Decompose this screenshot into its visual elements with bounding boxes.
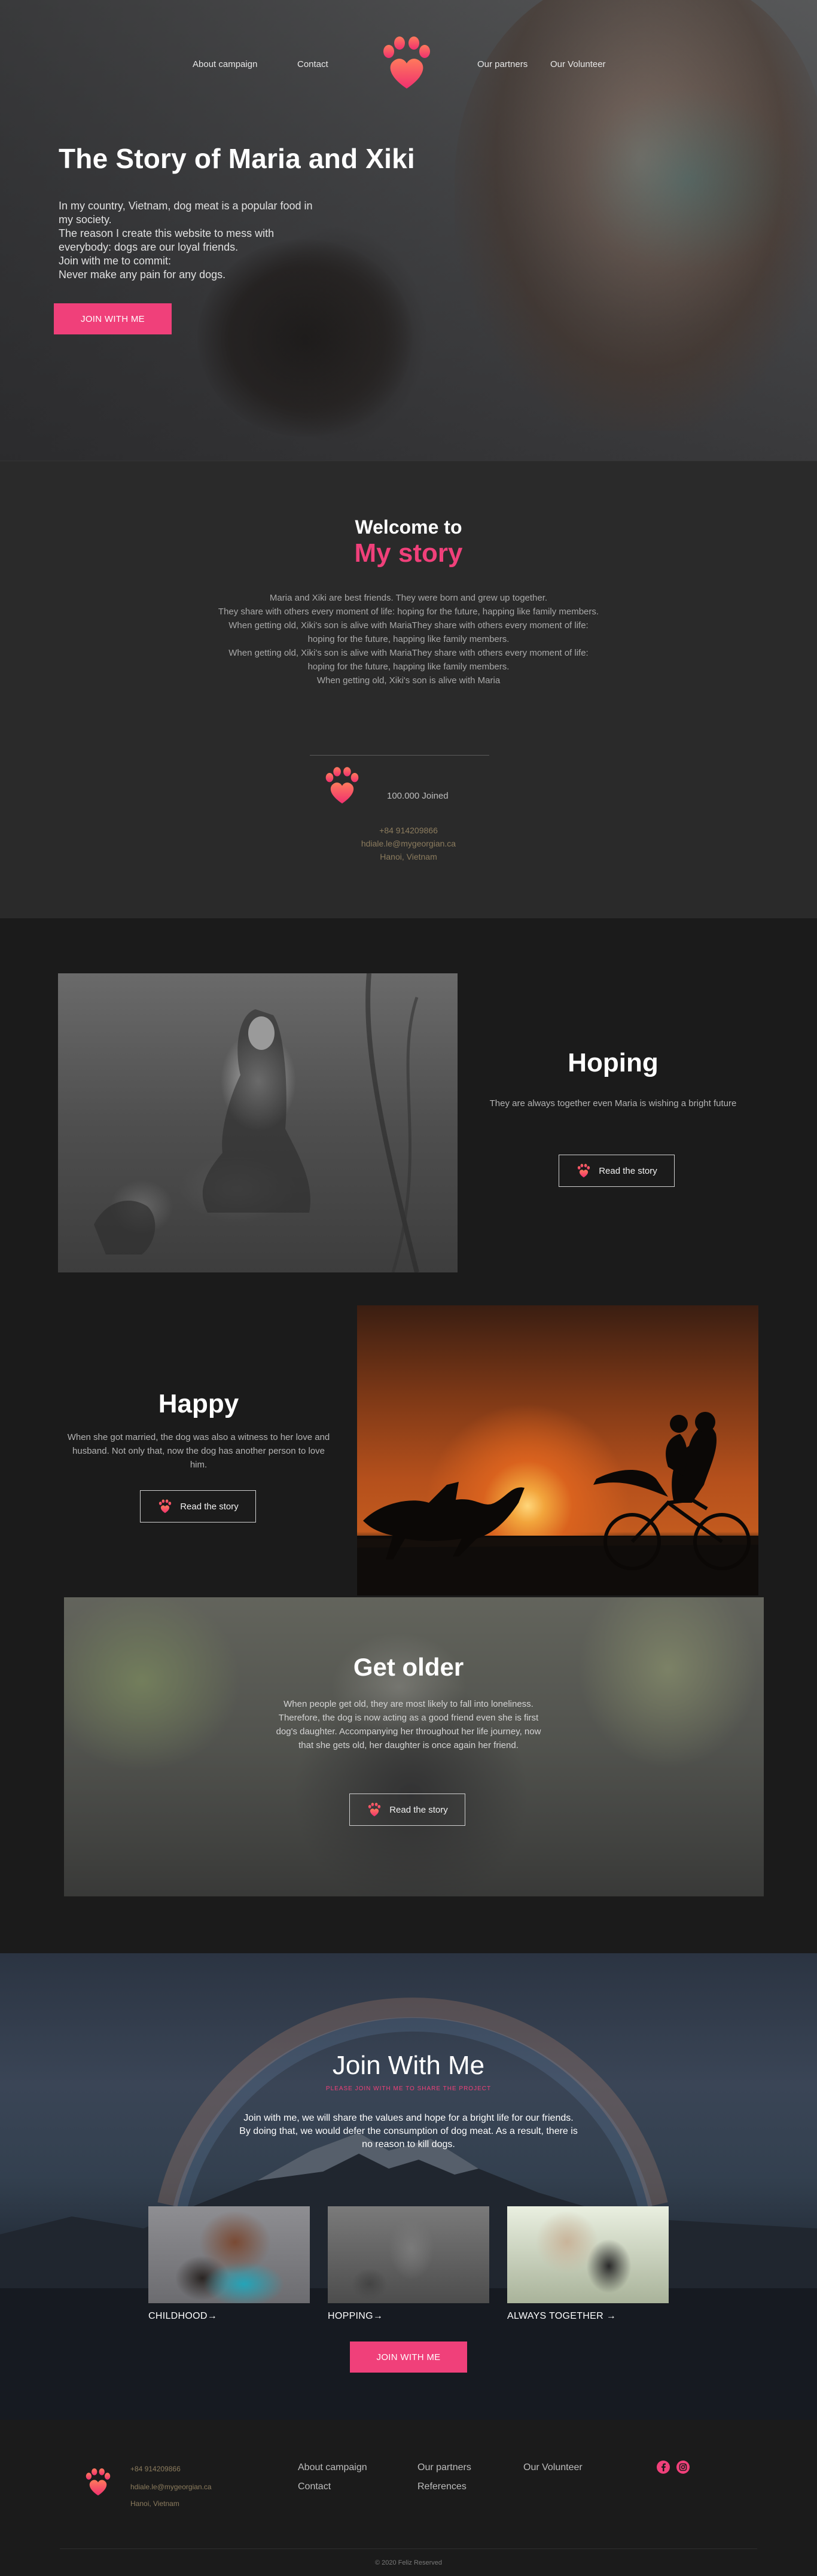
footer-our-partners[interactable]: Our partners (417, 2462, 471, 2473)
older-title: Get older (353, 1653, 464, 1681)
card-hopping-label[interactable]: HOPPING→ (328, 2311, 383, 2322)
footer-our-volunteer[interactable]: Our Volunteer (523, 2462, 583, 2473)
join-description: Join with me, we will share the values a… (0, 2112, 817, 2151)
contact-email[interactable]: hdiale.le@mygeorgian.ca (0, 839, 817, 848)
instagram-icon[interactable] (676, 2461, 690, 2474)
story-line: They share with others every moment of l… (218, 607, 599, 617)
footer-references[interactable]: References (417, 2481, 467, 2492)
text-line: him. (190, 1460, 208, 1470)
hoping-photo (58, 973, 458, 1272)
hero-join-button[interactable]: JOIN WITH ME (54, 303, 172, 334)
text-line: that she gets old, her daughter is once … (298, 1740, 519, 1750)
story-line: When getting old, Xiki's son is alive wi… (316, 675, 501, 686)
paw-heart-icon[interactable] (377, 36, 437, 90)
hero-line: everybody: dogs are our loyal friends. (59, 241, 239, 253)
story-line: hoping for the future, happing like fami… (307, 634, 510, 644)
welcome-heading: Welcome to (355, 516, 462, 538)
paw-heart-icon (576, 1164, 592, 1178)
card-childhood-photo[interactable] (148, 2206, 310, 2303)
contact-phone: +84 914209866 (379, 826, 438, 835)
hero-line: my society. (59, 214, 112, 226)
hoping-title: Hoping (568, 1048, 659, 1077)
hero-title: The Story of Maria and Xiki (59, 143, 415, 174)
arrow-right-icon: → (373, 2311, 383, 2321)
footer-email[interactable]: hdiale.le@mygeorgian.ca (130, 2483, 212, 2491)
text-line: When people get old, they are most likel… (283, 1699, 534, 1709)
card-childhood-label[interactable]: CHILDHOOD→ (148, 2311, 217, 2322)
card-label-text: HOPPING (328, 2311, 373, 2321)
footer-address: Hanoi, Vietnam (130, 2499, 179, 2508)
story-line: Maria and Xiki are best friends. They we… (269, 593, 548, 603)
happy-photo (357, 1305, 758, 1595)
card-hopping-photo[interactable] (328, 2206, 489, 2303)
welcome-story-text: Maria and Xiki are best friends. They we… (169, 591, 648, 687)
hoping-text: They are always together even Maria is w… (489, 1098, 737, 1109)
text-line: Therefore, the dog is now acting as a go… (278, 1713, 539, 1723)
hero-line: The reason I create this website to mess… (59, 227, 275, 239)
card-label-text: CHILDHOOD (148, 2311, 208, 2321)
card-always-together-photo[interactable] (507, 2206, 669, 2303)
join-cta-button[interactable]: JOIN WITH ME (350, 2341, 467, 2373)
text-line: dog's daughter. Accompanying her through… (276, 1727, 541, 1737)
hoping-read-story-button[interactable]: Read the story (559, 1155, 675, 1187)
text-line: no reason to kill dogs. (362, 2139, 455, 2149)
join-title: Join With Me (332, 2051, 485, 2080)
nav-about-campaign[interactable]: About campaign (193, 59, 257, 69)
footer-copyright: © 2020 Feliz Reserved (374, 2559, 443, 2566)
text-line: husband. Not only that, now the dog has … (72, 1446, 325, 1456)
joined-count: 100.000 Joined (387, 791, 449, 801)
happy-text: When she got married, the dog was also a… (58, 1430, 339, 1472)
footer-divider (60, 2548, 757, 2549)
card-label-text: ALWAYS TOGETHER (507, 2311, 603, 2321)
text-line: By doing that, we would defer the consum… (239, 2126, 578, 2136)
older-read-story-button[interactable]: Read the story (349, 1794, 465, 1826)
button-label: Read the story (599, 1165, 657, 1176)
happy-read-story-button[interactable]: Read the story (140, 1490, 256, 1523)
contact-address: Hanoi, Vietnam (380, 852, 437, 861)
join-tagline: PLEASE JOIN WITH ME TO SHARE THE PROJECT (325, 2085, 492, 2092)
welcome-divider (310, 755, 489, 756)
footer-about-campaign[interactable]: About campaign (298, 2462, 367, 2473)
paw-heart-icon (321, 766, 363, 805)
nav-our-volunteer[interactable]: Our Volunteer (550, 59, 606, 69)
nav-contact[interactable]: Contact (297, 59, 328, 69)
arrow-right-icon: → (606, 2311, 617, 2321)
nav-our-partners[interactable]: Our partners (477, 59, 528, 69)
text-line: When she got married, the dog was also a… (67, 1432, 330, 1442)
button-label: Read the story (389, 1804, 448, 1815)
hero-line: Never make any pain for any dogs. (59, 269, 226, 281)
hero-line: Join with me to commit: (59, 255, 172, 267)
story-line: hoping for the future, happing like fami… (307, 662, 510, 672)
story-line: When getting old, Xiki's son is alive wi… (228, 648, 589, 658)
footer (0, 2420, 817, 2576)
older-text: When people get old, they are most likel… (247, 1697, 570, 1752)
card-always-together-label[interactable]: ALWAYS TOGETHER → (507, 2311, 616, 2322)
facebook-icon[interactable] (657, 2461, 670, 2474)
hero-line: In my country, Vietnam, dog meat is a po… (59, 200, 313, 212)
text-line: Join with me, we will share the values a… (243, 2113, 574, 2123)
paw-heart-icon (83, 2468, 114, 2496)
button-label: Read the story (180, 1501, 239, 1512)
paw-heart-icon (367, 1802, 382, 1817)
footer-phone: +84 914209866 (130, 2465, 181, 2473)
happy-title: Happy (158, 1389, 239, 1418)
arrow-right-icon: → (207, 2311, 218, 2321)
hero-description: In my country, Vietnam, dog meat is a po… (59, 199, 358, 282)
story-line: When getting old, Xiki's son is alive wi… (228, 620, 589, 631)
welcome-subheading: My story (354, 538, 463, 568)
paw-heart-icon (157, 1499, 173, 1514)
footer-contact[interactable]: Contact (298, 2481, 331, 2492)
